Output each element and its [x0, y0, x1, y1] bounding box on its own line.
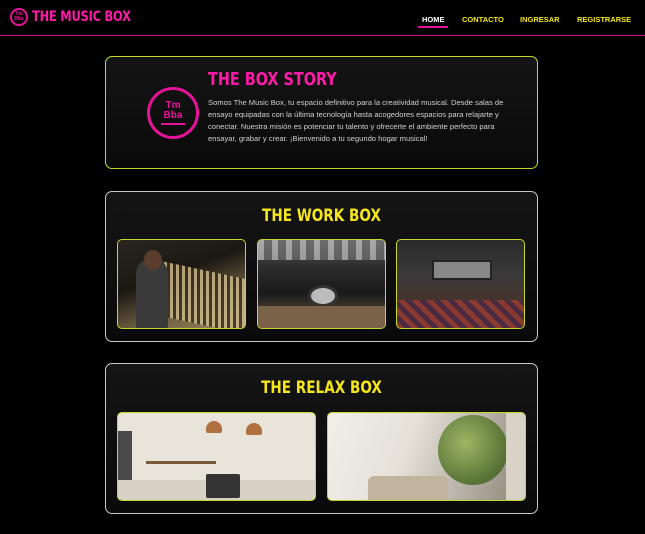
studio-rug [397, 300, 524, 328]
navbar: Tm Bba THE MUSIC BOX HOME CONTACTO INGRE… [0, 0, 645, 36]
work-photo-mixing-console[interactable] [117, 239, 246, 329]
brand-name[interactable]: THE MUSIC BOX [32, 9, 131, 25]
acoustic-ceiling [258, 240, 385, 260]
engineer-head [144, 250, 162, 270]
pendant-lamp [246, 423, 262, 435]
mixing-desk [158, 260, 245, 328]
work-photo-drum-room[interactable] [257, 239, 386, 329]
relax-photo-patio[interactable] [327, 412, 526, 501]
studio-monitor [432, 260, 492, 280]
nav-link-ingresar[interactable]: INGRESAR [520, 15, 560, 24]
brand-logo-icon: Tm Bba [10, 8, 28, 26]
story-title: THE BOX STORY [208, 69, 337, 90]
tree-plant [438, 415, 508, 485]
work-photo-control-room[interactable] [396, 239, 525, 329]
logo-bar [161, 123, 185, 125]
brand[interactable]: Tm Bba THE MUSIC BOX [10, 8, 152, 26]
story-card: Tm Bba THE BOX STORY Somos The Music Box… [105, 56, 538, 169]
relax-box-title: THE RELAX BOX [261, 378, 382, 398]
kitchen-shelf [146, 461, 216, 464]
nav-link-registrarse[interactable]: REGISTRARSE [577, 15, 631, 24]
tmb-logo-icon: Tm Bba [147, 87, 199, 139]
brand-logo-text: Tm Bba [14, 11, 24, 22]
nav-link-contacto[interactable]: CONTACTO [462, 15, 504, 24]
pendant-lamp [206, 421, 222, 433]
lounge-couch [368, 476, 448, 500]
work-box-title: THE WORK BOX [262, 206, 381, 226]
relax-box-card: THE RELAX BOX [105, 363, 538, 514]
patio-wall [506, 413, 525, 500]
story-text: Somos The Music Box, tu espacio definiti… [208, 98, 504, 143]
wood-floor [258, 306, 385, 328]
nav-link-home[interactable]: HOME [422, 15, 445, 24]
toaster-oven [206, 474, 240, 498]
active-nav-indicator [418, 26, 448, 28]
work-box-card: THE WORK BOX [105, 191, 538, 342]
drum-kit [308, 285, 338, 307]
story-logo-text: Tm Bba [163, 100, 183, 121]
relax-photo-kitchen[interactable] [117, 412, 316, 501]
